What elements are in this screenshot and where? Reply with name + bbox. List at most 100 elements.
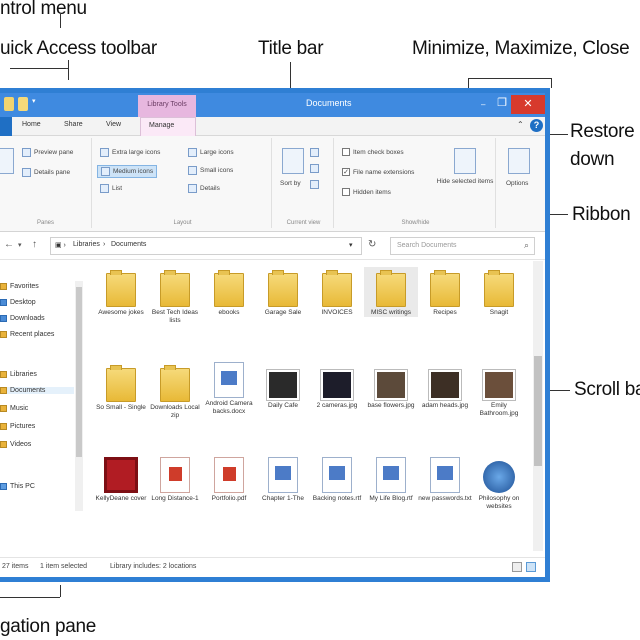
layout-label: List [112,185,123,192]
folder-item[interactable]: ebooks [202,267,256,317]
nav-item-videos[interactable]: Videos [0,441,31,448]
tab-manage-label: Manage [149,122,175,129]
layout-extra-large-icons[interactable]: Extra large icons [100,148,160,157]
file-item[interactable]: Emily Bathroom.jpg [472,362,526,418]
image-icon [104,457,138,493]
address-bar[interactable]: ▣ › Libraries › Documents ▾ [50,237,362,255]
preview-pane-button[interactable]: Preview pane [22,148,73,157]
document-icon [214,362,244,398]
file-item[interactable]: Portfolio.pdf [202,457,256,503]
address-dropdown-icon[interactable]: ▾ [349,241,353,249]
nav-pane-scroll-thumb[interactable] [76,287,82,457]
breadcrumb-documents[interactable]: Documents [111,241,146,248]
nav-item-downloads[interactable]: Downloads [0,315,45,322]
restore-down-button[interactable]: ❐ [494,96,510,112]
options-icon[interactable] [508,148,530,174]
minimize-button[interactable]: – [481,100,485,109]
nav-item-recent-places[interactable]: Recent places [0,331,54,338]
ribbon-collapse-icon[interactable]: ⌃ [517,120,524,129]
file-item[interactable]: Chapter 1-The [256,457,310,503]
tab-view[interactable]: View [106,121,121,128]
item-label: Portfolio.pdf [211,495,247,502]
document-icon [322,457,352,493]
folder-item[interactable]: Best Tech Ideas lists [148,267,202,325]
file-item[interactable]: Long Distance-1 [148,457,202,503]
file-item[interactable]: Philosophy on websites [472,457,526,511]
hide-selected-button[interactable]: Hide selected items [436,178,494,185]
item-label: Philosophy on websites [478,495,520,510]
nav-item-this-pc[interactable]: This PC [0,483,35,490]
help-icon[interactable]: ? [530,119,543,132]
details-view-icon[interactable] [512,562,522,572]
nav-item-label: Desktop [10,299,36,306]
file-item[interactable]: 2 cameras.jpg [310,362,364,410]
nav-item-libraries[interactable]: Libraries [0,371,37,378]
folder-item[interactable]: Downloads Local zip [148,362,202,420]
folder-item[interactable]: So Small - Single [94,362,148,412]
folder-item[interactable]: Recipes [418,267,472,317]
preview-pane-label: Preview pane [34,149,74,156]
file-item[interactable]: base flowers.jpg [364,362,418,410]
nav-item-music[interactable]: Music [0,405,28,412]
nav-item-pictures[interactable]: Pictures [0,423,35,430]
file-item[interactable]: adam heads.jpg [418,362,472,410]
size-columns-button[interactable] [310,180,319,189]
item-check-boxes-checkbox[interactable]: Item check boxes [342,148,404,156]
annotation-restore: Restore [570,121,635,142]
nav-item-label: Libraries [10,371,37,378]
add-columns-button[interactable] [310,164,319,173]
back-icon[interactable]: ← [4,239,14,250]
image-icon [483,370,515,400]
content-scrollbar[interactable] [533,261,543,551]
save-icon[interactable] [18,97,28,111]
qat-dropdown-icon[interactable]: ▾ [32,97,38,111]
hide-selected-icon[interactable] [454,148,476,174]
up-arrow-icon[interactable]: ↑ [32,239,37,250]
layout-details[interactable]: Details [188,184,220,193]
tab-manage[interactable]: Manage [140,117,196,136]
sort-by-button[interactable]: Sort by [280,180,301,187]
control-menu-icon[interactable] [4,97,14,111]
layout-medium-icons[interactable]: Medium icons [97,165,158,178]
folder-item[interactable]: INVOICES [310,267,364,317]
file-name-extensions-checkbox[interactable]: ✓ File name extensions [342,168,414,176]
close-button[interactable]: ✕ [511,95,545,114]
layout-small-icons[interactable]: Small icons [188,166,233,175]
large-icons-view-icon[interactable] [526,562,536,572]
file-item[interactable]: Backing notes.rtf [310,457,364,503]
search-input[interactable]: Search Documents ⌕ [390,237,535,255]
nav-item-documents[interactable]: Documents [0,387,74,394]
file-item[interactable]: Android Camera backs.docx [202,362,256,416]
file-item[interactable]: Daily Cafe [256,362,310,410]
refresh-icon[interactable]: ↻ [368,239,376,250]
annotation-line [10,68,68,69]
nav-pane-scrollbar[interactable] [75,281,83,511]
folder-item[interactable]: Garage Sale [256,267,310,317]
folder-item[interactable]: Awesome jokes [94,267,148,317]
recent-places-icon [0,331,7,338]
tab-home[interactable]: Home [22,121,41,128]
folder-item[interactable]: Snagit [472,267,526,317]
hidden-items-checkbox[interactable]: Hidden items [342,188,391,196]
recent-locations-icon[interactable]: ▾ [18,241,22,249]
file-item[interactable]: KellyDeane cover [94,457,148,503]
folder-item[interactable]: MISC writings [364,267,418,317]
layout-list[interactable]: List [100,184,122,193]
title-bar[interactable]: ▾ Library Tools Documents – ❐ ✕ [0,93,545,117]
breadcrumb-libraries[interactable]: Libraries [73,241,100,248]
content-scroll-thumb[interactable] [534,356,542,466]
file-item[interactable]: My Life Blog.rtf [364,457,418,503]
nav-item-desktop[interactable]: Desktop [0,299,36,306]
image-icon [375,370,407,400]
details-pane-button[interactable]: Details pane [22,168,70,177]
group-by-button[interactable] [310,148,319,157]
layout-large-icons[interactable]: Large icons [188,148,234,157]
file-item[interactable]: new passwords.txt [418,457,472,503]
tab-file[interactable] [0,117,12,136]
nav-item-favorites[interactable]: Favorites [0,283,39,290]
sort-by-icon[interactable] [282,148,304,174]
navigation-pane-button[interactable] [0,148,14,174]
tab-share[interactable]: Share [64,121,83,128]
sort-by-label: Sort by [280,180,301,187]
options-button[interactable]: Options [506,180,528,187]
